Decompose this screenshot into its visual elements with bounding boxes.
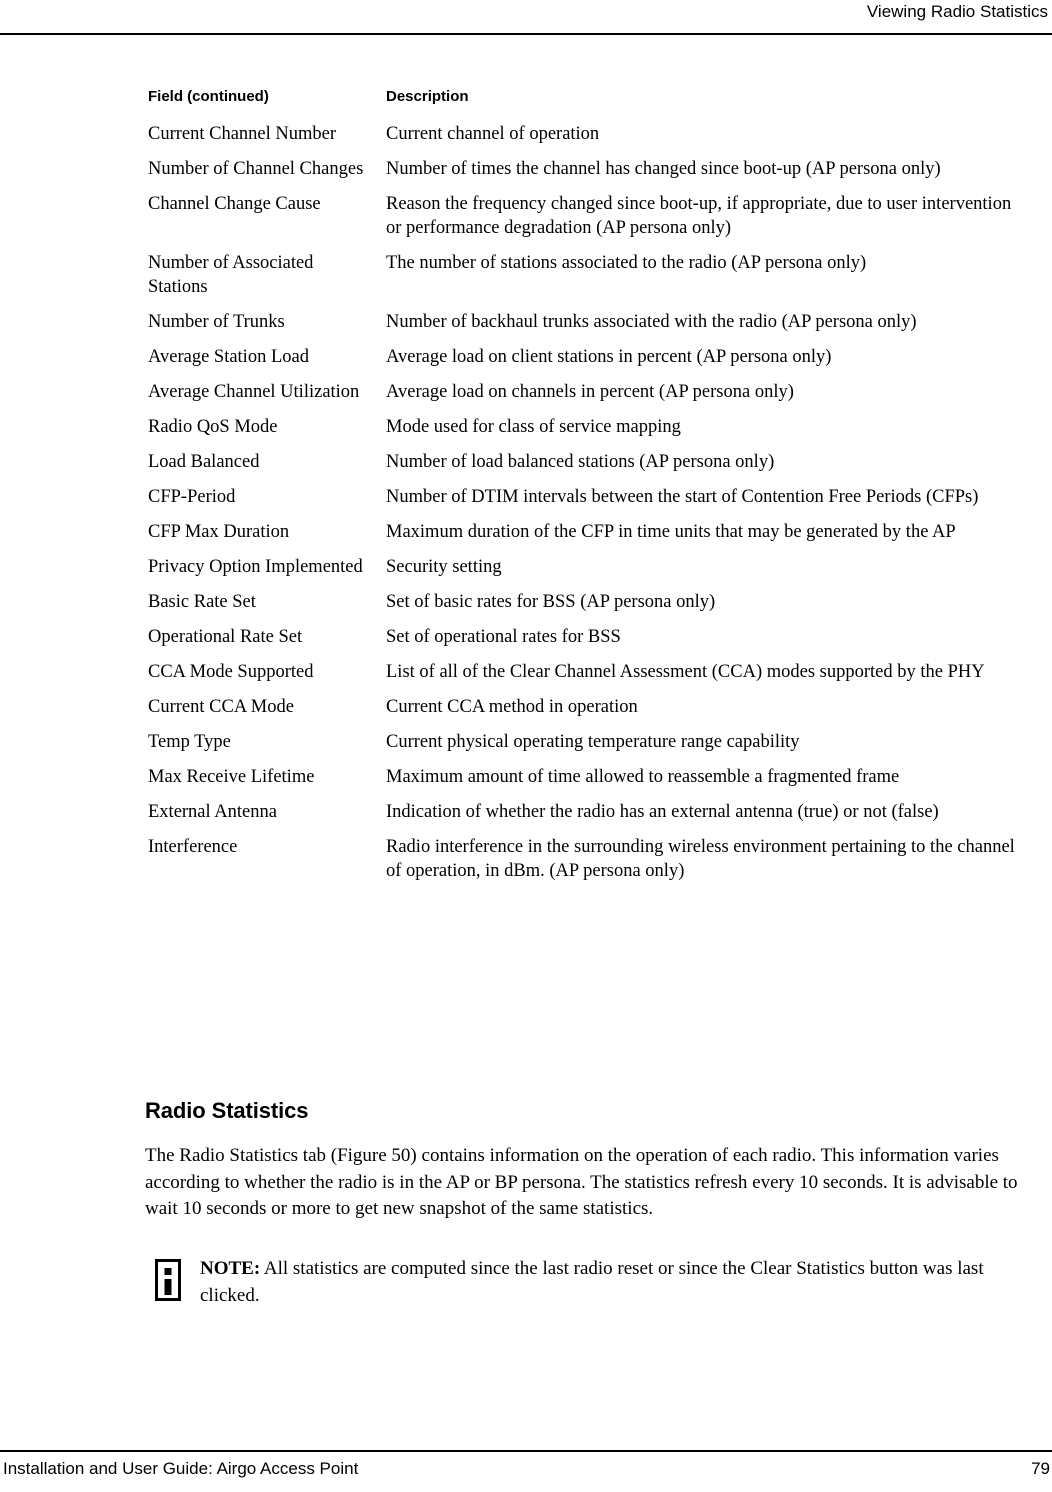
row-description: Number of backhaul trunks associated wit…	[386, 312, 917, 332]
row-description: Set of basic rates for BSS (AP persona o…	[386, 592, 716, 612]
row-field: Interference	[148, 837, 238, 857]
row-field: Operational Rate Set	[148, 627, 303, 647]
table-row: External Antenna Indication of whether t…	[148, 800, 1020, 835]
table-row: Temp Type Current physical operating tem…	[148, 730, 1020, 765]
footer-page-number: 79	[1031, 1459, 1050, 1478]
row-field: Number of Channel Changes	[148, 159, 364, 179]
row-field: Number of Trunks	[148, 312, 285, 332]
table-row: CFP Max Duration Maximum duration of the…	[148, 520, 1020, 555]
row-description: Maximum amount of time allowed to reasse…	[386, 767, 900, 787]
row-description: Mode used for class of service mapping	[386, 417, 681, 437]
row-field: Current Channel Number	[148, 124, 337, 144]
footer-divider-rule	[0, 1450, 1052, 1452]
table-row: Current Channel Number Current channel o…	[148, 122, 1020, 157]
table-row: Average Channel Utilization Average load…	[148, 380, 1020, 415]
table-row: CCA Mode Supported List of all of the Cl…	[148, 660, 1020, 695]
running-header-title: Viewing Radio Statistics	[866, 2, 1048, 21]
section-heading-radio-statistics: Radio Statistics	[145, 1098, 309, 1123]
note-body: All statistics are computed since the la…	[200, 1258, 984, 1306]
row-description: Average load on client stations in perce…	[386, 347, 832, 367]
row-field: Channel Change Cause	[148, 194, 321, 214]
table: Field (continued) Description Current Ch…	[148, 88, 1020, 894]
note-label: NOTE:	[200, 1258, 261, 1279]
row-field: Temp Type	[148, 732, 231, 752]
info-icon-dot	[164, 1268, 172, 1275]
row-field: Current CCA Mode	[148, 697, 294, 717]
row-field: Number of Associated Stations	[148, 253, 314, 297]
row-description: Maximum duration of the CFP in time unit…	[386, 522, 956, 542]
row-description: Average load on channels in percent (AP …	[386, 382, 794, 402]
row-description: Current physical operating temperature r…	[386, 732, 800, 752]
header-divider-rule	[0, 33, 1052, 35]
info-icon	[155, 1259, 181, 1301]
row-field: Radio QoS Mode	[148, 417, 278, 437]
row-field: Privacy Option Implemented	[148, 557, 363, 577]
section-body-paragraph: The Radio Statistics tab (Figure 50) con…	[145, 1145, 1018, 1219]
table-row: Operational Rate Set Set of operational …	[148, 625, 1020, 660]
row-description: Indication of whether the radio has an e…	[386, 802, 939, 822]
table-row: Interference Radio interference in the s…	[148, 835, 1020, 894]
row-description: Number of load balanced stations (AP per…	[386, 452, 775, 472]
row-description: Security setting	[386, 557, 502, 577]
row-description: List of all of the Clear Channel Assessm…	[386, 662, 985, 682]
column-header-field: Field (continued)	[148, 88, 269, 105]
row-description: The number of stations associated to the…	[386, 253, 867, 273]
page-header: Viewing Radio Statistics	[0, 0, 1052, 34]
table-row: Current CCA Mode Current CCA method in o…	[148, 695, 1020, 730]
field-description-table: Field (continued) Description Current Ch…	[148, 88, 1020, 894]
row-field: CFP-Period	[148, 487, 236, 507]
info-icon-stem	[164, 1279, 172, 1295]
row-field: Load Balanced	[148, 452, 260, 472]
table-row: Number of Channel Changes Number of time…	[148, 157, 1020, 192]
row-field: Average Channel Utilization	[148, 382, 360, 402]
row-field: Max Receive Lifetime	[148, 767, 315, 787]
row-description: Radio interference in the surrounding wi…	[386, 837, 1015, 881]
row-description: Current channel of operation	[386, 124, 600, 144]
row-field: External Antenna	[148, 802, 277, 822]
table-row: CFP-Period Number of DTIM intervals betw…	[148, 485, 1020, 520]
row-field: Basic Rate Set	[148, 592, 256, 612]
row-description: Number of DTIM intervals between the sta…	[386, 487, 979, 507]
table-header-row: Field (continued) Description	[148, 88, 1020, 122]
page-footer: Installation and User Guide: Airgo Acces…	[0, 1455, 1052, 1487]
table-row: Number of Trunks Number of backhaul trun…	[148, 310, 1020, 345]
row-field: CCA Mode Supported	[148, 662, 314, 682]
table-body: Current Channel Number Current channel o…	[148, 122, 1020, 894]
row-description: Current CCA method in operation	[386, 697, 638, 717]
row-field: CFP Max Duration	[148, 522, 290, 542]
table-row: Average Station Load Average load on cli…	[148, 345, 1020, 380]
footer-guide-title: Installation and User Guide: Airgo Acces…	[3, 1459, 359, 1478]
table-row: Number of Associated Stations The number…	[148, 251, 1020, 310]
row-description: Number of times the channel has changed …	[386, 159, 941, 179]
row-field: Average Station Load	[148, 347, 309, 367]
table-row: Basic Rate Set Set of basic rates for BS…	[148, 590, 1020, 625]
table-row: Max Receive Lifetime Maximum amount of t…	[148, 765, 1020, 800]
table-row: Radio QoS Mode Mode used for class of se…	[148, 415, 1020, 450]
table-row: Channel Change Cause Reason the frequenc…	[148, 192, 1020, 251]
table-row: Privacy Option Implemented Security sett…	[148, 555, 1020, 590]
note-text: NOTE: All statistics are computed since …	[200, 1256, 1010, 1309]
column-header-description: Description	[386, 88, 469, 105]
row-description: Reason the frequency changed since boot-…	[386, 194, 1012, 238]
table-row: Load Balanced Number of load balanced st…	[148, 450, 1020, 485]
row-description: Set of operational rates for BSS	[386, 627, 621, 647]
